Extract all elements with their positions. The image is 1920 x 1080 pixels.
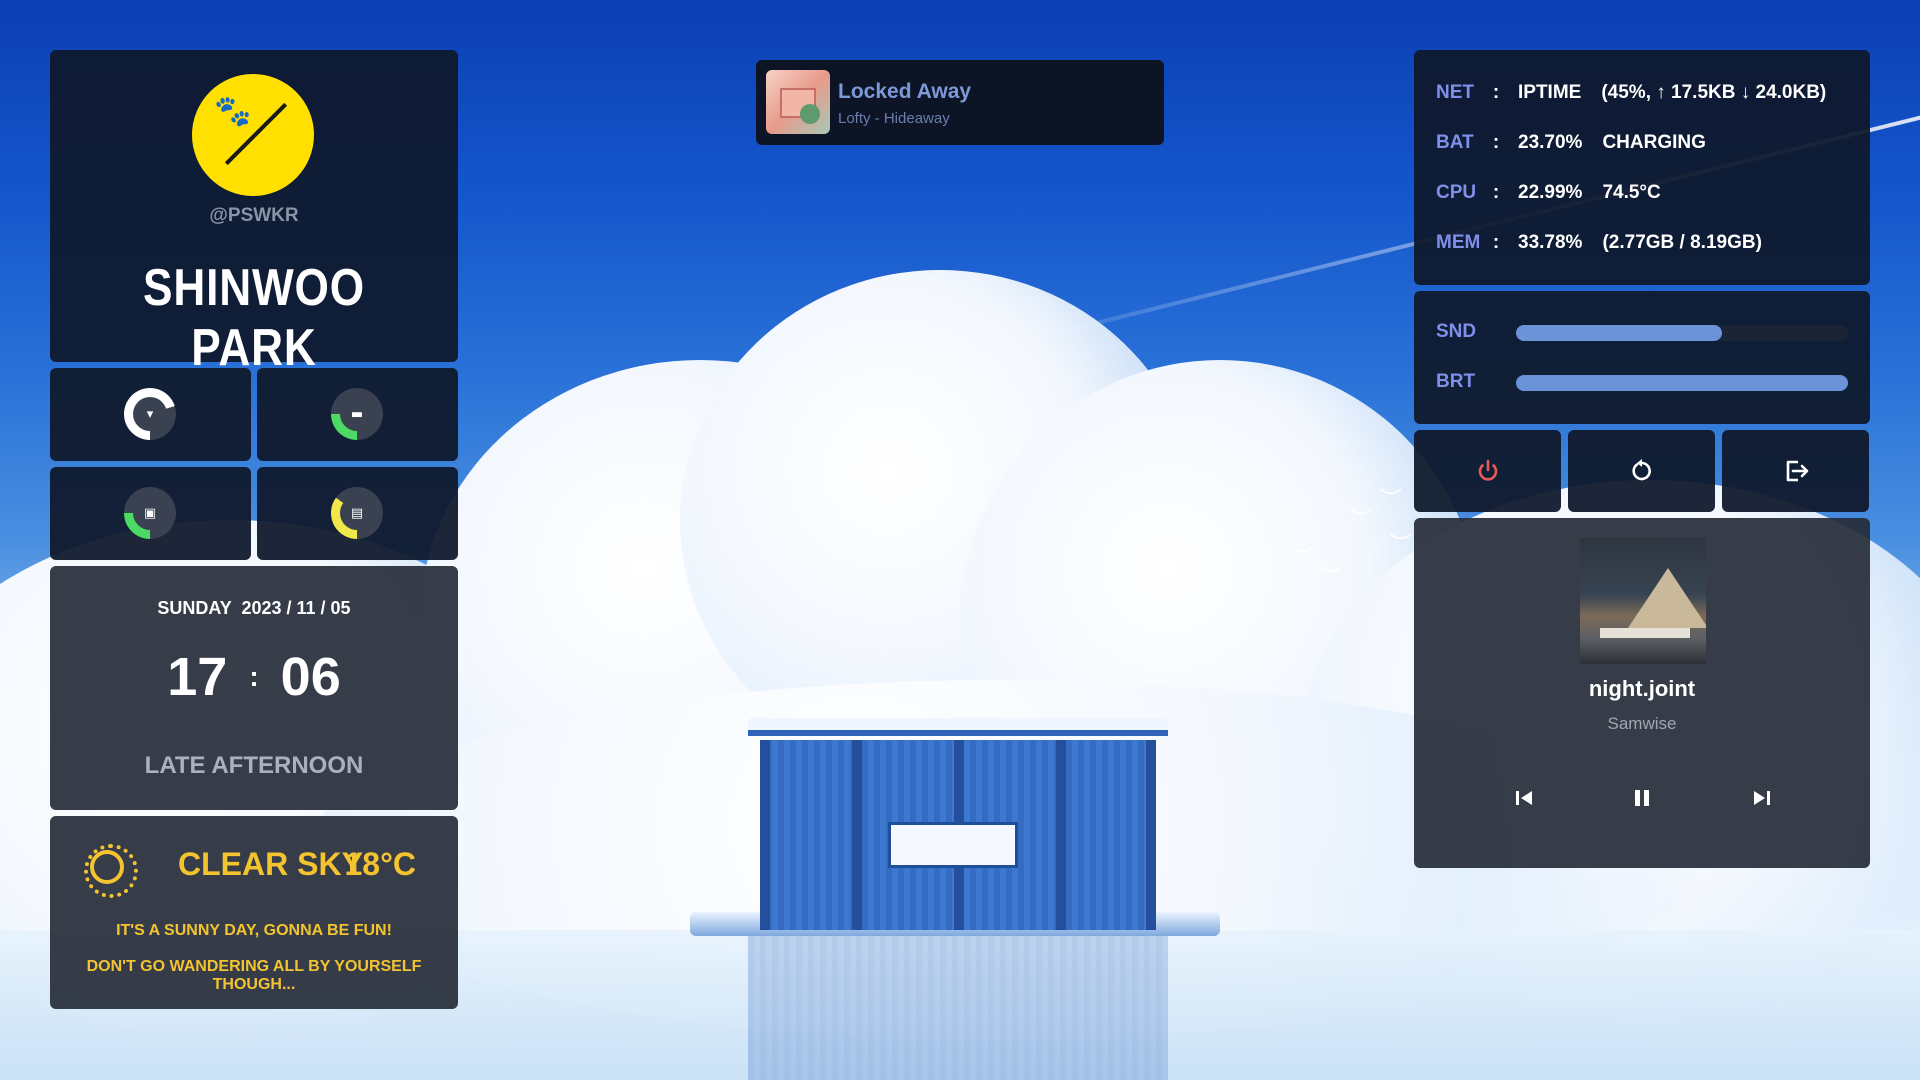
weather-card: CLEAR SKY 18°C IT'S A SUNNY DAY, GONNA B…	[50, 816, 458, 1009]
stat-mem-key: MEM	[1436, 232, 1481, 253]
shelter-roof	[748, 718, 1168, 736]
next-track-button[interactable]	[1744, 780, 1780, 816]
brightness-label: BRT	[1436, 371, 1476, 392]
song-title: night.joint	[1588, 676, 1696, 701]
toast-song-artist: Lofty - Hideaway	[838, 110, 950, 127]
skip-next-icon	[1754, 791, 1770, 805]
bird: ︶	[1290, 546, 1313, 571]
brightness-slider[interactable]	[1516, 375, 1848, 391]
shutdown-button[interactable]	[1414, 430, 1561, 512]
power-icon	[1478, 459, 1497, 481]
stat-cpu-value: 22.99%	[1518, 182, 1583, 203]
previous-track-button[interactable]	[1506, 780, 1542, 816]
album-cover	[1580, 538, 1706, 664]
stat-mem-value: 33.78%	[1518, 232, 1583, 253]
battery-ring-tile[interactable]: ▬	[257, 368, 458, 461]
weather-condition: CLEAR SKY	[178, 846, 363, 882]
stat-mem-detail: (2.77GB / 8.19GB)	[1602, 232, 1762, 253]
restart-icon	[1631, 459, 1651, 481]
now-playing-toast[interactable]: Locked Away Lofty - Hideaway	[756, 60, 1164, 145]
sun-icon	[84, 844, 138, 898]
shelter-pillar	[760, 740, 770, 930]
cpu-ring-tile[interactable]: ▣	[50, 467, 251, 560]
bird: ︶	[1390, 533, 1413, 558]
song-artist: Samwise	[1607, 714, 1677, 733]
brightness-slider-fill	[1516, 375, 1848, 391]
album-art-tree	[800, 104, 820, 124]
logout-icon	[1786, 460, 1808, 482]
stat-net-detail: (45%, ↑ 17.5KB ↓ 24.0KB)	[1601, 82, 1827, 103]
time-separator: :	[249, 661, 259, 692]
station-sign	[888, 822, 1018, 868]
shelter-pillar	[852, 740, 862, 930]
stat-mem: MEM : 33.78% (2.77GB / 8.19GB)	[1436, 232, 1762, 254]
stat-bat-colon: :	[1492, 132, 1500, 153]
stat-net-colon: :	[1492, 82, 1500, 103]
battery-icon: ▬	[340, 397, 374, 431]
sliders-card: SND BRT	[1414, 291, 1870, 424]
shelter-pillar	[1056, 740, 1066, 930]
album-art-thumbnail	[766, 70, 830, 134]
user-name: SHINWOO PARK	[142, 259, 366, 377]
cpu-icon: ▣	[133, 496, 167, 530]
profile-card: 🐾 @PSWKR SHINWOO PARK	[50, 50, 458, 377]
reboot-button[interactable]	[1568, 430, 1715, 512]
volume-ring-tile[interactable]: ▾	[50, 368, 251, 461]
memory-ring-tile[interactable]: ▤	[257, 467, 458, 560]
memory-ring: ▤	[331, 487, 383, 539]
toast-song-title: Locked Away	[838, 80, 972, 103]
day-period: LATE AFTERNOON	[144, 752, 364, 779]
bus-shelter	[748, 718, 1168, 930]
stat-bat-value: 23.70%	[1518, 132, 1583, 153]
logout-button[interactable]	[1722, 430, 1869, 512]
weather-message-2: DON'T GO WANDERING ALL BY YOURSELF THOUG…	[86, 958, 422, 993]
bird: ︶	[1380, 488, 1403, 513]
time-display: 17 : 06	[50, 646, 458, 708]
album-cover-mountain	[1628, 568, 1706, 628]
user-handle: @PSWKR	[209, 205, 299, 226]
date-text: SUNDAY 2023 / 11 / 05	[157, 598, 351, 618]
system-stats-card: NET : IPTIME (45%, ↑ 17.5KB ↓ 24.0KB) BA…	[1414, 50, 1870, 285]
volume-icon: ▾	[133, 397, 167, 431]
weather-message-1: IT'S A SUNNY DAY, GONNA BE FUN!	[116, 922, 392, 939]
minute-text: 06	[280, 647, 341, 707]
sound-label: SND	[1436, 321, 1477, 342]
bird: ︶	[1350, 508, 1373, 533]
avatar[interactable]: 🐾	[192, 74, 314, 196]
stat-cpu-colon: :	[1492, 182, 1500, 203]
clock-card: SUNDAY 2023 / 11 / 05 17 : 06 LATE AFTER…	[50, 566, 458, 810]
stat-net-key: NET	[1436, 82, 1474, 103]
pause-icon	[1635, 790, 1649, 806]
shelter-pillar	[1146, 740, 1156, 930]
stat-net-value: IPTIME	[1518, 82, 1582, 103]
stat-bat: BAT : 23.70% CHARGING	[1436, 132, 1706, 154]
stat-mem-colon: :	[1492, 232, 1500, 253]
stat-cpu-key: CPU	[1436, 182, 1477, 203]
hour-text: 17	[167, 647, 228, 707]
shelter-reflection	[748, 936, 1168, 1080]
stat-cpu: CPU : 22.99% 74.5°C	[1436, 182, 1661, 204]
paw-icon: 🐾	[214, 94, 252, 129]
battery-ring: ▬	[331, 388, 383, 440]
sound-slider[interactable]	[1516, 325, 1848, 341]
stat-bat-detail: CHARGING	[1602, 132, 1706, 153]
bird: ︶	[1320, 566, 1343, 591]
memory-icon: ▤	[340, 496, 374, 530]
volume-ring: ▾	[124, 388, 176, 440]
pause-button[interactable]	[1624, 780, 1660, 816]
weather-temperature: 18°C	[344, 846, 417, 882]
stat-bat-key: BAT	[1436, 132, 1474, 153]
stat-cpu-detail: 74.5°C	[1602, 182, 1661, 203]
music-player-card: night.joint Samwise	[1414, 518, 1870, 868]
stat-net: NET : IPTIME (45%, ↑ 17.5KB ↓ 24.0KB)	[1436, 82, 1826, 104]
skip-previous-icon	[1516, 791, 1532, 805]
cpu-ring: ▣	[124, 487, 176, 539]
sound-slider-fill	[1516, 325, 1722, 341]
album-cover-snow	[1600, 628, 1690, 638]
